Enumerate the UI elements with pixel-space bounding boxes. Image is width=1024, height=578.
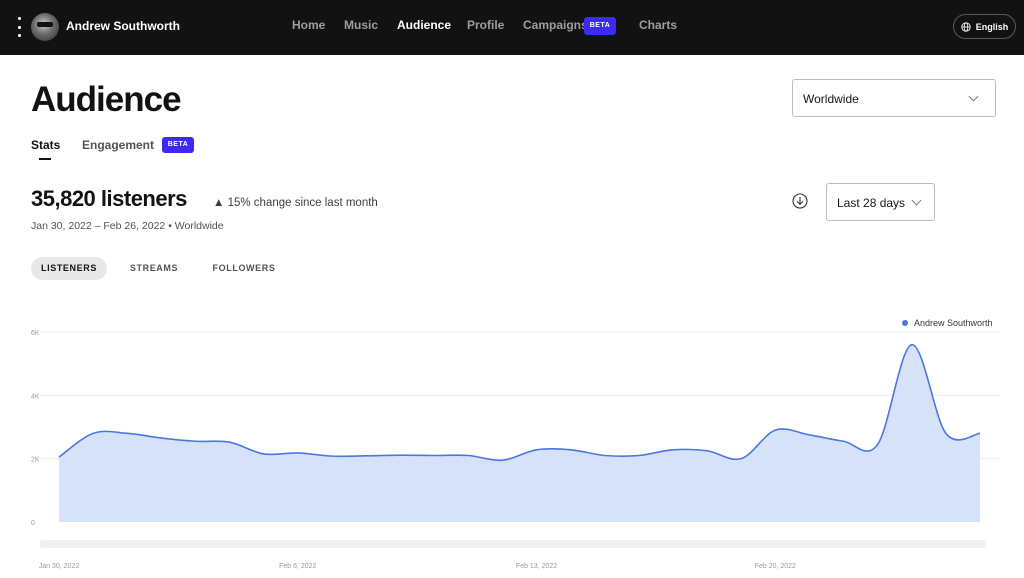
x-tick-label: Feb 20, 2022: [755, 563, 796, 570]
nav-home[interactable]: Home: [292, 18, 325, 32]
engagement-beta-badge: BETA: [162, 137, 194, 153]
period-select[interactable]: Last 28 days: [826, 183, 935, 221]
x-tick-label: Feb 13, 2022: [516, 563, 557, 570]
y-tick-label: 2K: [31, 457, 40, 464]
change-indicator: ▲ 15% change since last month: [213, 197, 378, 209]
date-range-text: Jan 30, 2022 – Feb 26, 2022 • Worldwide: [31, 220, 224, 232]
metric-tab-listeners[interactable]: LISTENERS: [31, 257, 107, 280]
y-tick-label: 0: [31, 520, 35, 527]
artist-name[interactable]: Andrew Southworth: [66, 19, 180, 33]
series-area: [59, 344, 980, 522]
tab-stats[interactable]: Stats: [31, 138, 60, 152]
top-nav: Andrew Southworth Home Music Audience Pr…: [0, 0, 1024, 55]
metric-tab-followers[interactable]: FOLLOWERS: [203, 257, 285, 280]
tab-engagement[interactable]: Engagement: [82, 138, 154, 152]
x-tick-label: Jan 30, 2022: [39, 563, 80, 570]
y-tick-label: 6K: [31, 330, 40, 337]
metric-tab-streams[interactable]: STREAMS: [120, 257, 188, 280]
nav-music[interactable]: Music: [344, 18, 378, 32]
page-title: Audience: [31, 80, 182, 119]
more-options-icon[interactable]: [14, 17, 24, 37]
listeners-count: 35,820 listeners: [31, 186, 187, 211]
nav-campaigns[interactable]: Campaigns: [523, 18, 588, 32]
download-icon[interactable]: [792, 193, 808, 209]
nav-profile[interactable]: Profile: [467, 18, 504, 32]
nav-audience[interactable]: Audience: [397, 18, 451, 32]
nav-charts[interactable]: Charts: [639, 18, 677, 32]
chart-range-scrollbar[interactable]: [40, 540, 986, 548]
avatar[interactable]: [31, 13, 59, 41]
globe-icon: [961, 21, 971, 32]
chevron-down-icon: [911, 195, 922, 206]
tab-active-indicator: [39, 158, 51, 160]
period-select-value: Last 28 days: [837, 196, 906, 210]
y-tick-label: 4K: [31, 393, 40, 400]
region-select-value: Worldwide: [803, 92, 859, 106]
campaigns-beta-badge: BETA: [584, 17, 616, 35]
region-select[interactable]: Worldwide: [792, 79, 996, 117]
language-button[interactable]: English: [953, 14, 1016, 39]
language-label: English: [975, 21, 1009, 32]
chevron-down-icon: [968, 91, 979, 102]
x-tick-label: Feb 6, 2022: [279, 563, 316, 570]
listeners-chart[interactable]: 0 2K 4K 6K Jan 30, 2022 Feb 6, 2022 Feb 13, 20…: [0, 300, 1024, 578]
